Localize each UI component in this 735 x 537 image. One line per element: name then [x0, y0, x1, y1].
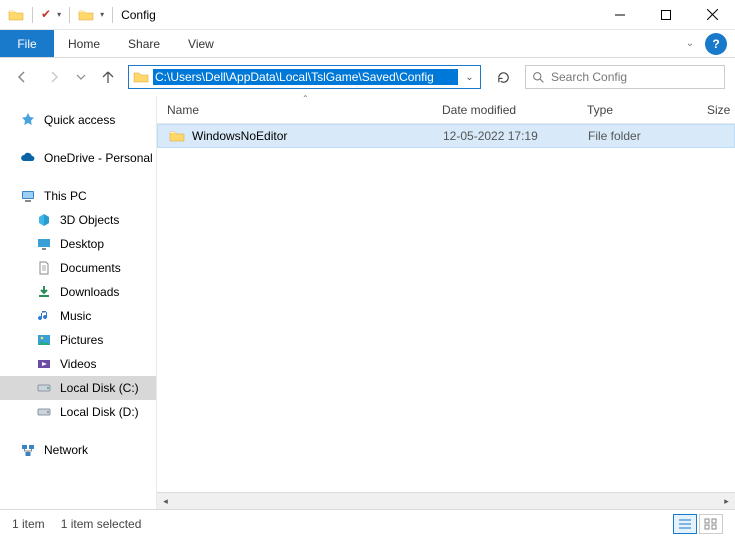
address-dropdown-icon[interactable]: ⌄: [458, 72, 480, 83]
status-bar: 1 item 1 item selected: [0, 509, 735, 537]
desktop-icon: [36, 236, 52, 252]
file-type: File folder: [588, 129, 708, 143]
address-path[interactable]: C:\Users\Dell\AppData\Local\TslGame\Save…: [153, 69, 458, 85]
icons-view-button[interactable]: [699, 514, 723, 534]
nav-local-disk-d[interactable]: Local Disk (D:): [0, 400, 156, 424]
forward-button[interactable]: [42, 65, 66, 89]
nav-documents[interactable]: Documents: [0, 256, 156, 280]
search-icon: [532, 71, 545, 84]
minimize-button[interactable]: [597, 0, 643, 30]
disk-icon: [36, 380, 52, 396]
tab-home[interactable]: Home: [54, 30, 114, 57]
nav-this-pc[interactable]: This PC: [0, 184, 156, 208]
scroll-left-icon[interactable]: ◂: [157, 493, 174, 510]
column-type[interactable]: Type: [587, 103, 707, 117]
folder-icon: [8, 7, 24, 23]
details-view-button[interactable]: [673, 514, 697, 534]
help-icon[interactable]: ?: [705, 33, 727, 55]
nav-downloads[interactable]: Downloads: [0, 280, 156, 304]
ribbon: File Home Share View ⌄ ?: [0, 30, 735, 58]
folder-icon: [168, 128, 186, 144]
separator: [69, 7, 70, 23]
horizontal-scrollbar[interactable]: ◂ ▸: [157, 492, 735, 509]
up-button[interactable]: [96, 65, 120, 89]
nav-quick-access[interactable]: Quick access: [0, 108, 156, 132]
window-title: Config: [121, 8, 156, 22]
nav-music[interactable]: Music: [0, 304, 156, 328]
separator: [32, 7, 33, 23]
separator: [112, 7, 113, 23]
search-box[interactable]: Search Config: [525, 65, 725, 89]
qat-dropdown-icon[interactable]: ▾: [100, 10, 104, 19]
address-bar[interactable]: C:\Users\Dell\AppData\Local\TslGame\Save…: [128, 65, 481, 89]
recent-dropdown-icon[interactable]: [74, 65, 88, 89]
column-name[interactable]: Name ⌃: [167, 103, 442, 117]
checkmark-icon[interactable]: ✔: [41, 7, 51, 21]
title-bar: ✔ ▾ ▾ Config: [0, 0, 735, 30]
column-headers: Name ⌃ Date modified Type Size: [157, 96, 735, 124]
nav-network[interactable]: Network: [0, 438, 156, 462]
expand-ribbon-icon[interactable]: ⌄: [679, 30, 701, 57]
pc-icon: [20, 188, 36, 204]
document-icon: [36, 260, 52, 276]
pictures-icon: [36, 332, 52, 348]
nav-onedrive[interactable]: OneDrive - Personal: [0, 146, 156, 170]
nav-videos[interactable]: Videos: [0, 352, 156, 376]
network-icon: [20, 442, 36, 458]
file-modified: 12-05-2022 17:19: [443, 129, 588, 143]
folder-icon: [78, 7, 94, 23]
nav-3d-objects[interactable]: 3D Objects: [0, 208, 156, 232]
cube-icon: [36, 212, 52, 228]
search-placeholder: Search Config: [551, 70, 627, 84]
nav-desktop[interactable]: Desktop: [0, 232, 156, 256]
disk-icon: [36, 404, 52, 420]
back-button[interactable]: [10, 65, 34, 89]
column-date-modified[interactable]: Date modified: [442, 103, 587, 117]
qat-dropdown-icon[interactable]: ▾: [57, 10, 61, 19]
file-name: WindowsNoEditor: [192, 129, 443, 143]
content-area: Name ⌃ Date modified Type Size WindowsNo…: [157, 96, 735, 509]
nav-local-disk-c[interactable]: Local Disk (C:): [0, 376, 156, 400]
nav-pictures[interactable]: Pictures: [0, 328, 156, 352]
folder-icon: [129, 69, 153, 85]
cloud-icon: [20, 150, 36, 166]
videos-icon: [36, 356, 52, 372]
sort-ascending-icon: ⌃: [302, 94, 309, 103]
main-area: Quick access OneDrive - Personal This PC…: [0, 96, 735, 509]
quick-access-toolbar: ✔ ▾ ▾: [0, 7, 115, 23]
music-icon: [36, 308, 52, 324]
download-icon: [36, 284, 52, 300]
status-selected-count: 1 item selected: [61, 517, 142, 531]
star-icon: [20, 112, 36, 128]
file-row[interactable]: WindowsNoEditor 12-05-2022 17:19 File fo…: [157, 124, 735, 148]
scroll-right-icon[interactable]: ▸: [718, 493, 735, 510]
column-size[interactable]: Size: [707, 103, 735, 117]
refresh-button[interactable]: [489, 65, 517, 89]
tab-view[interactable]: View: [174, 30, 228, 57]
status-item-count: 1 item: [12, 517, 45, 531]
navigation-pane: Quick access OneDrive - Personal This PC…: [0, 96, 157, 509]
close-button[interactable]: [689, 0, 735, 30]
file-tab[interactable]: File: [0, 30, 54, 57]
tab-share[interactable]: Share: [114, 30, 174, 57]
navigation-bar: C:\Users\Dell\AppData\Local\TslGame\Save…: [0, 58, 735, 96]
maximize-button[interactable]: [643, 0, 689, 30]
